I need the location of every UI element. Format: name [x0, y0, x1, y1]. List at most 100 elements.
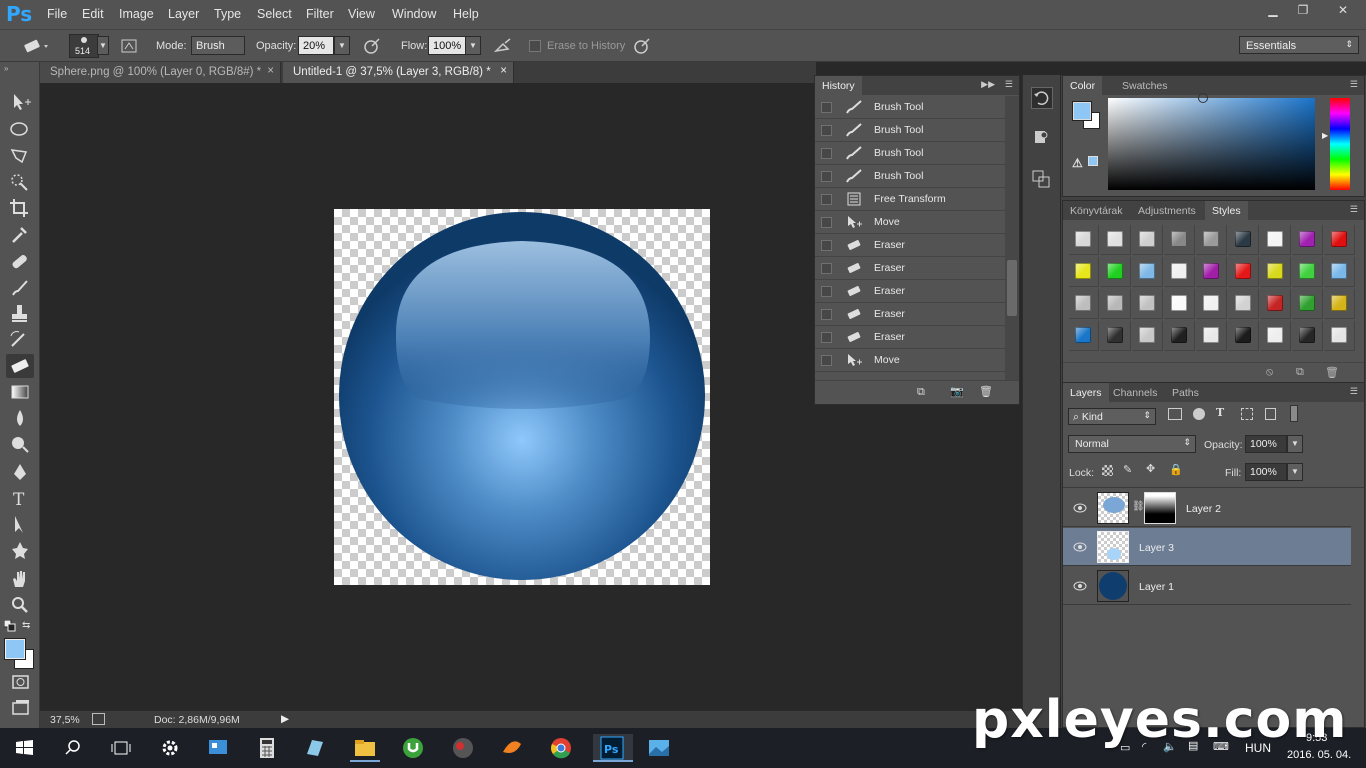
new-style-icon[interactable]: ⧉	[1296, 366, 1304, 379]
history-state-item[interactable]: Move	[815, 349, 1005, 372]
brush-tool-icon[interactable]	[6, 276, 34, 300]
style-preset-swatch[interactable]	[1165, 225, 1195, 255]
filter-smart-object-icon[interactable]	[1265, 408, 1276, 420]
healing-brush-icon[interactable]	[6, 250, 34, 274]
style-preset-swatch[interactable]	[1069, 289, 1099, 319]
filter-type-icon[interactable]: T	[1216, 406, 1224, 419]
color-spectrum-field[interactable]	[1108, 93, 1315, 190]
media-player-icon[interactable]	[448, 734, 478, 762]
opacity-input[interactable]: 20%	[298, 36, 334, 55]
eraser-tool-icon[interactable]	[6, 354, 34, 378]
history-brush-icon[interactable]	[6, 328, 34, 352]
tab-libraries[interactable]: Könyvtárak	[1063, 201, 1130, 220]
layer-comps-icon[interactable]	[1031, 169, 1053, 191]
custom-shape-icon[interactable]	[6, 538, 34, 562]
style-preset-swatch[interactable]	[1261, 289, 1291, 319]
tab-close-icon[interactable]: ×	[267, 65, 274, 77]
style-preset-swatch[interactable]	[1261, 321, 1291, 351]
settings-gear-icon[interactable]	[155, 734, 185, 762]
style-preset-swatch[interactable]	[1261, 257, 1291, 287]
fill-input[interactable]: 100%	[1245, 463, 1287, 481]
style-preset-swatch[interactable]	[1325, 321, 1355, 351]
menu-layer[interactable]: Layer	[168, 7, 199, 21]
minimize-button[interactable]: ▁	[1258, 0, 1288, 20]
visibility-eye-icon[interactable]	[1073, 540, 1087, 554]
history-scrollbar[interactable]	[1005, 96, 1019, 380]
screen-mode-icon[interactable]	[6, 696, 34, 720]
flow-dropdown-arrow[interactable]: ▼	[465, 36, 481, 55]
filter-shape-icon[interactable]	[1241, 408, 1253, 420]
style-preset-swatch[interactable]	[1133, 225, 1163, 255]
style-preset-swatch[interactable]	[1133, 289, 1163, 319]
clear-style-icon[interactable]: ⦸	[1266, 366, 1273, 379]
snapshot-source-checkbox[interactable]	[821, 355, 832, 366]
style-preset-swatch[interactable]	[1229, 289, 1259, 319]
layer-row-layer-3[interactable]: Layer 3	[1063, 528, 1351, 566]
tab-swatches[interactable]: Swatches	[1115, 76, 1175, 95]
hand-tool-icon[interactable]	[6, 567, 34, 591]
opacity-dropdown-arrow[interactable]: ▼	[334, 36, 350, 55]
calculator-icon[interactable]	[252, 734, 282, 762]
tab-layers[interactable]: Layers	[1063, 383, 1109, 402]
menu-view[interactable]: View	[348, 7, 375, 21]
snapshot-source-checkbox[interactable]	[821, 263, 832, 274]
brush-panel-icon[interactable]	[120, 37, 140, 55]
gradient-tool-icon[interactable]	[6, 380, 34, 404]
style-preset-swatch[interactable]	[1069, 321, 1099, 351]
style-preset-swatch[interactable]	[1197, 289, 1227, 319]
style-preset-swatch[interactable]	[1229, 257, 1259, 287]
dodge-tool-icon[interactable]	[6, 432, 34, 456]
style-preset-swatch[interactable]	[1229, 321, 1259, 351]
menu-help[interactable]: Help	[453, 7, 479, 21]
lock-position-icon[interactable]: ✥	[1146, 462, 1155, 475]
quick-selection-icon[interactable]	[6, 170, 34, 194]
pressure-size-icon[interactable]	[632, 37, 652, 55]
style-preset-swatch[interactable]	[1165, 289, 1195, 319]
lasso-tool-icon[interactable]	[6, 144, 34, 168]
style-preset-swatch[interactable]	[1293, 289, 1323, 319]
hue-slider-marker-icon[interactable]: ▶	[1322, 131, 1328, 140]
blur-tool-icon[interactable]	[6, 406, 34, 430]
photoshop-taskbar-icon[interactable]: Ps	[593, 734, 633, 762]
close-button[interactable]: ✕	[1320, 0, 1366, 20]
menu-window[interactable]: Window	[392, 7, 436, 21]
history-state-item[interactable]: Free Transform	[815, 188, 1005, 211]
filter-kind-select[interactable]: ⌕ Kind ⇕	[1068, 408, 1156, 425]
snapshot-source-checkbox[interactable]	[821, 217, 832, 228]
blend-mode-select[interactable]: Normal ⇕	[1068, 435, 1196, 453]
new-document-from-state-icon[interactable]: ⧉	[917, 386, 925, 399]
panel-menu-icon[interactable]: ☰	[1350, 79, 1358, 90]
utorrent-icon[interactable]	[398, 734, 428, 762]
mode-select[interactable]: Brush	[191, 36, 245, 55]
style-preset-swatch[interactable]	[1293, 257, 1323, 287]
zoom-level[interactable]: 37,5%	[50, 714, 80, 726]
foreground-color-swatch[interactable]	[4, 638, 26, 660]
lock-all-icon[interactable]: 🔒	[1169, 463, 1183, 476]
camera-icon[interactable]: 📷	[950, 385, 964, 398]
style-preset-swatch[interactable]	[1197, 225, 1227, 255]
pen-tool-icon[interactable]	[6, 460, 34, 484]
snapshot-source-checkbox[interactable]	[821, 332, 832, 343]
visibility-eye-icon[interactable]	[1073, 579, 1087, 593]
style-preset-swatch[interactable]	[1197, 321, 1227, 351]
style-preset-swatch[interactable]	[1069, 225, 1099, 255]
menu-image[interactable]: Image	[119, 7, 154, 21]
workspace-select[interactable]: Essentials ⇕	[1239, 36, 1359, 54]
tab-close-icon[interactable]: ×	[500, 65, 507, 77]
clock-date[interactable]: 2016. 05. 04.	[1287, 749, 1351, 761]
eraser-tool-preset-icon[interactable]	[22, 37, 48, 55]
style-preset-swatch[interactable]	[1101, 225, 1131, 255]
history-state-item[interactable]: Eraser	[815, 280, 1005, 303]
flow-input[interactable]: 100%	[428, 36, 466, 55]
lock-paint-icon[interactable]: ✎	[1123, 463, 1132, 476]
eyedropper-icon[interactable]	[6, 222, 34, 246]
panel-menu-icon[interactable]: ☰	[1005, 79, 1013, 90]
filter-toggle[interactable]	[1290, 405, 1298, 422]
style-preset-swatch[interactable]	[1165, 321, 1195, 351]
network-app-icon[interactable]	[300, 734, 330, 762]
chrome-icon[interactable]	[546, 734, 576, 762]
color-picker-marker[interactable]	[1198, 93, 1208, 103]
history-state-item[interactable]: Brush Tool	[815, 96, 1005, 119]
delete-style-icon[interactable]: 🗑	[1325, 366, 1339, 379]
brush-size-preview[interactable]: 514	[69, 34, 99, 58]
